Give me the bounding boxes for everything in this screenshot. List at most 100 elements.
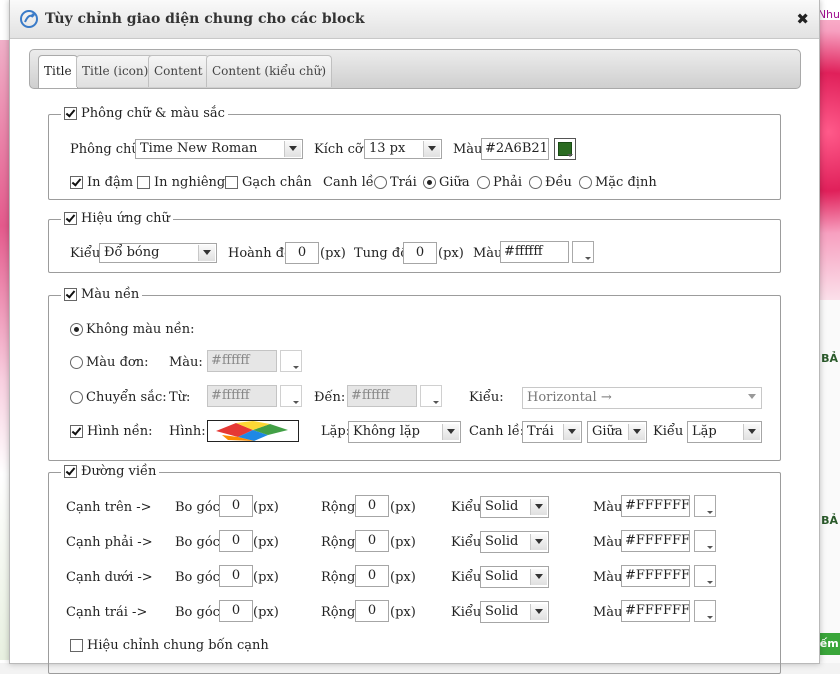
image-align-h-select[interactable]: Trái <box>522 421 582 443</box>
shadow-color-picker-button[interactable] <box>572 241 594 263</box>
background-legend: Màu nền <box>61 287 143 302</box>
font-family-select[interactable]: Time New Roman <box>135 139 303 159</box>
border-style-select[interactable]: Solid <box>480 531 549 553</box>
chevron-down-icon <box>284 141 301 157</box>
border-color-picker-button[interactable] <box>694 600 716 622</box>
no-background-option[interactable]: Không màu nền: <box>70 322 194 337</box>
border-enable-checkbox[interactable] <box>64 465 77 478</box>
background-image-preview[interactable] <box>207 420 299 442</box>
tab-title-icon[interactable]: Title (icon) <box>76 55 155 87</box>
sync-borders-option[interactable]: Hiệu chỉnh chung bốn cạnh <box>70 638 269 653</box>
border-group: Đường viền Cạnh trên -> Bo góc: 0 (px) R… <box>48 464 781 674</box>
border-color-input[interactable]: #FFFFFF <box>621 530 690 552</box>
sync-borders-checkbox[interactable] <box>70 639 83 652</box>
border-color-picker-button[interactable] <box>694 565 716 587</box>
shadow-y-input[interactable]: 0 <box>403 242 437 264</box>
bold-option[interactable]: In đậm <box>70 175 133 190</box>
border-width-input[interactable]: 0 <box>355 600 389 622</box>
border-width-input[interactable]: 0 <box>355 530 389 552</box>
font-color-input[interactable]: #2A6B21 <box>481 138 549 160</box>
text-effect-group: Hiệu ứng chữ Kiểu: Đổ bóng Hoành độ: 0 (… <box>48 211 781 273</box>
solid-color-input[interactable]: #ffffff <box>207 350 277 372</box>
solid-color-option[interactable]: Màu đơn: <box>70 355 148 370</box>
font-color-picker-button[interactable] <box>554 138 576 160</box>
gradient-from-input[interactable]: #ffffff <box>207 385 277 407</box>
shadow-x-unit: (px) <box>320 246 346 261</box>
align-right-option[interactable]: Phải <box>477 175 522 190</box>
close-icon[interactable]: ✖ <box>796 10 809 28</box>
background-image-label: Hình: <box>169 424 206 439</box>
border-radius-input[interactable]: 0 <box>219 495 253 517</box>
border-radius-label: Bo góc: <box>175 570 225 585</box>
border-side-label: Cạnh phải -> <box>66 535 153 550</box>
tab-content-font[interactable]: Content (kiểu chữ) <box>206 55 332 87</box>
border-color-picker-button[interactable] <box>694 495 716 517</box>
background-image-option[interactable]: Hình nền: <box>70 424 153 439</box>
align-left-option[interactable]: Trái <box>374 175 417 190</box>
gradient-type-select[interactable]: Horizontal → <box>522 387 762 409</box>
align-justify-option[interactable]: Đều <box>529 175 572 190</box>
chevron-down-icon <box>198 245 215 261</box>
gradient-from-label: Từ: <box>169 390 191 405</box>
repeat-select[interactable]: Không lặp <box>348 421 461 443</box>
gradient-radio[interactable] <box>70 391 83 404</box>
font-color-legend-label: Phông chữ & màu sắc <box>81 106 225 121</box>
tab-title[interactable]: Title <box>38 55 78 88</box>
gradient-to-label: Đến: <box>314 390 346 405</box>
background-top-link[interactable]: Nhu <box>818 8 840 21</box>
border-side-label: Cạnh trên -> <box>66 500 152 515</box>
gradient-to-input[interactable]: #ffffff <box>347 385 417 407</box>
bold-checkbox[interactable] <box>70 176 83 189</box>
border-color-input[interactable]: #FFFFFF <box>621 565 690 587</box>
chevron-down-icon <box>423 141 440 157</box>
italic-checkbox[interactable] <box>137 176 150 189</box>
image-align-v-select[interactable]: Giữa <box>587 421 647 443</box>
background-enable-checkbox[interactable] <box>64 288 77 301</box>
italic-option[interactable]: In nghiêng <box>137 175 225 190</box>
background-image-checkbox[interactable] <box>70 425 83 438</box>
border-side-label: Cạnh dưới -> <box>66 570 153 585</box>
tab-content[interactable]: Content <box>148 55 209 87</box>
border-radius-input[interactable]: 0 <box>219 600 253 622</box>
solid-color-picker-button[interactable] <box>280 350 302 372</box>
dialog-title: Tùy chỉnh giao diện chung cho các block <box>45 11 365 27</box>
border-width-label: Rộng: <box>321 500 360 515</box>
underline-checkbox[interactable] <box>225 176 238 189</box>
font-color-enable-checkbox[interactable] <box>64 107 77 120</box>
shadow-color-input[interactable]: #ffffff <box>500 241 569 263</box>
tab-panel-title: Phông chữ & màu sắc Phông chữ: Time New … <box>29 88 819 674</box>
no-background-radio[interactable] <box>70 323 83 336</box>
border-color-input[interactable]: #FFFFFF <box>621 600 690 622</box>
gradient-from-picker-button[interactable] <box>280 385 302 407</box>
tab-bar: Title Title (icon) Content Content (kiểu… <box>29 49 801 89</box>
border-width-input[interactable]: 0 <box>355 565 389 587</box>
border-color-input[interactable]: #FFFFFF <box>621 495 690 517</box>
underline-option[interactable]: Gạch chân <box>225 175 312 190</box>
border-color-picker-button[interactable] <box>694 530 716 552</box>
text-effect-enable-checkbox[interactable] <box>64 212 77 225</box>
image-type-select[interactable]: Lặp <box>687 421 762 443</box>
border-radius-input[interactable]: 0 <box>219 565 253 587</box>
border-width-label: Rộng: <box>321 535 360 550</box>
align-default-option[interactable]: Mặc định <box>579 175 657 190</box>
image-type-label: Kiểu <box>653 424 684 439</box>
image-align-label: Canh lề: <box>469 424 525 439</box>
gradient-option[interactable]: Chuyển sắc: <box>70 390 167 405</box>
effect-type-select[interactable]: Đổ bóng <box>99 243 217 263</box>
border-radius-input[interactable]: 0 <box>219 530 253 552</box>
shadow-x-input[interactable]: 0 <box>285 242 319 264</box>
font-size-label: Kích cỡ: <box>314 142 368 157</box>
chevron-down-icon <box>530 569 547 585</box>
font-size-select[interactable]: 13 px <box>364 139 442 159</box>
chevron-down-icon <box>530 604 547 620</box>
gradient-to-picker-button[interactable] <box>420 385 442 407</box>
chevron-down-icon <box>628 424 645 440</box>
border-width-unit: (px) <box>390 500 416 515</box>
border-style-select[interactable]: Solid <box>480 601 549 623</box>
border-style-select[interactable]: Solid <box>480 496 549 518</box>
border-radius-label: Bo góc: <box>175 535 225 550</box>
border-width-input[interactable]: 0 <box>355 495 389 517</box>
solid-color-radio[interactable] <box>70 356 83 369</box>
align-center-option[interactable]: Giữa <box>423 175 470 190</box>
border-style-select[interactable]: Solid <box>480 566 549 588</box>
